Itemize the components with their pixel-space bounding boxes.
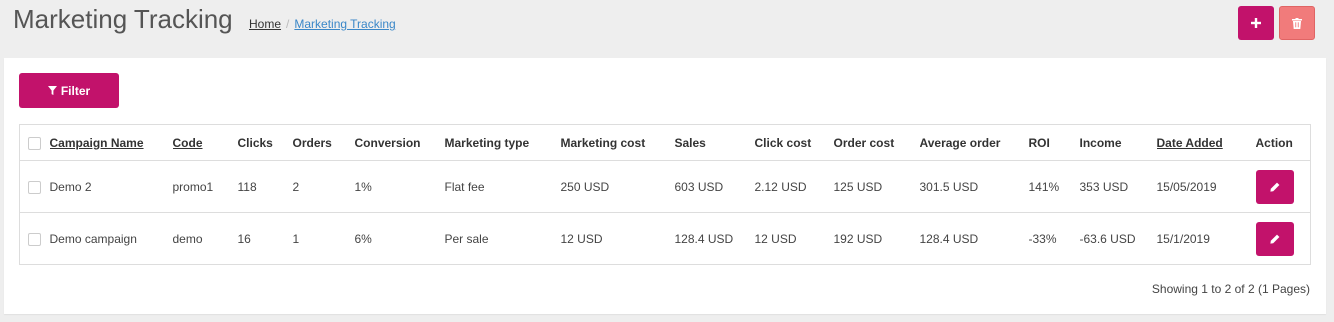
- column-header-orders: Orders: [292, 124, 355, 161]
- cell-orders: 1: [292, 212, 355, 265]
- row-checkbox[interactable]: [28, 180, 41, 194]
- cell-order-cost: 192 USD: [833, 212, 920, 265]
- cell-income: 353 USD: [1079, 160, 1157, 213]
- cell-orders: 2: [292, 160, 355, 213]
- cell-date-added: 15/1/2019: [1156, 212, 1256, 265]
- edit-button[interactable]: [1255, 169, 1294, 204]
- column-header-order-cost: Order cost: [833, 124, 920, 161]
- cell-code: promo1: [172, 160, 238, 213]
- add-button[interactable]: [1238, 6, 1274, 40]
- select-all-checkbox[interactable]: [28, 136, 41, 150]
- column-header-roi: ROI: [1028, 124, 1080, 161]
- column-header-clicks: Clicks: [237, 124, 293, 161]
- cell-average-order: 301.5 USD: [919, 160, 1029, 213]
- plus-icon: [1251, 18, 1261, 28]
- campaigns-table: Campaign Name Code Clicks Orders Convers…: [19, 124, 1311, 265]
- table-row: Demo campaign demo 16 1 6% Per sale 12 U…: [19, 212, 1311, 265]
- breadcrumb-home[interactable]: Home: [249, 17, 281, 31]
- breadcrumb-separator: /: [286, 17, 290, 31]
- breadcrumb: Home / Marketing Tracking: [249, 16, 396, 32]
- table-row: Demo 2 promo1 118 2 1% Flat fee 250 USD …: [19, 160, 1311, 213]
- pagination-info: Showing 1 to 2 of 2 (1 Pages): [1151, 282, 1310, 296]
- cell-sales: 603 USD: [674, 160, 755, 213]
- edit-button[interactable]: [1255, 221, 1294, 256]
- row-checkbox[interactable]: [28, 232, 41, 246]
- cell-roi: -33%: [1028, 212, 1080, 265]
- column-header-marketing-type: Marketing type: [444, 124, 561, 161]
- page-title: Marketing Tracking: [13, 4, 233, 34]
- column-header-date-added[interactable]: Date Added: [1156, 124, 1256, 161]
- filter-icon: [47, 86, 57, 95]
- cell-campaign-name: Demo campaign: [49, 212, 173, 265]
- cell-campaign-name: Demo 2: [49, 160, 173, 213]
- column-header-action: Action: [1255, 124, 1311, 161]
- column-header-code[interactable]: Code: [172, 124, 238, 161]
- cell-marketing-cost: 250 USD: [560, 160, 675, 213]
- cell-clicks: 118: [237, 160, 293, 213]
- filter-button[interactable]: Filter: [19, 73, 119, 108]
- pencil-icon: [1269, 182, 1279, 192]
- cell-code: demo: [172, 212, 238, 265]
- pencil-icon: [1269, 234, 1279, 244]
- column-header-sales: Sales: [674, 124, 755, 161]
- cell-clicks: 16: [237, 212, 293, 265]
- column-header-income: Income: [1079, 124, 1157, 161]
- cell-roi: 141%: [1028, 160, 1080, 213]
- cell-click-cost: 12 USD: [754, 212, 834, 265]
- cell-income: -63.6 USD: [1079, 212, 1157, 265]
- column-header-average-order: Average order: [919, 124, 1029, 161]
- cell-conversion: 1%: [354, 160, 445, 213]
- cell-date-added: 15/05/2019: [1156, 160, 1256, 213]
- column-header-marketing-cost: Marketing cost: [560, 124, 675, 161]
- filter-button-label: Filter: [60, 83, 91, 98]
- table-header-row: Campaign Name Code Clicks Orders Convers…: [19, 124, 1311, 161]
- breadcrumb-current[interactable]: Marketing Tracking: [294, 17, 395, 31]
- column-header-campaign-name[interactable]: Campaign Name: [49, 124, 173, 161]
- content-panel: Filter Campaign Name Code Clicks Orders …: [4, 58, 1326, 314]
- column-header-click-cost: Click cost: [754, 124, 834, 161]
- cell-marketing-type: Per sale: [444, 212, 561, 265]
- cell-sales: 128.4 USD: [674, 212, 755, 265]
- cell-conversion: 6%: [354, 212, 445, 265]
- delete-button[interactable]: [1279, 6, 1315, 40]
- cell-click-cost: 2.12 USD: [754, 160, 834, 213]
- cell-marketing-cost: 12 USD: [560, 212, 675, 265]
- cell-order-cost: 125 USD: [833, 160, 920, 213]
- cell-average-order: 128.4 USD: [919, 212, 1029, 265]
- cell-marketing-type: Flat fee: [444, 160, 561, 213]
- column-header-conversion: Conversion: [354, 124, 445, 161]
- trash-icon: [1292, 17, 1302, 29]
